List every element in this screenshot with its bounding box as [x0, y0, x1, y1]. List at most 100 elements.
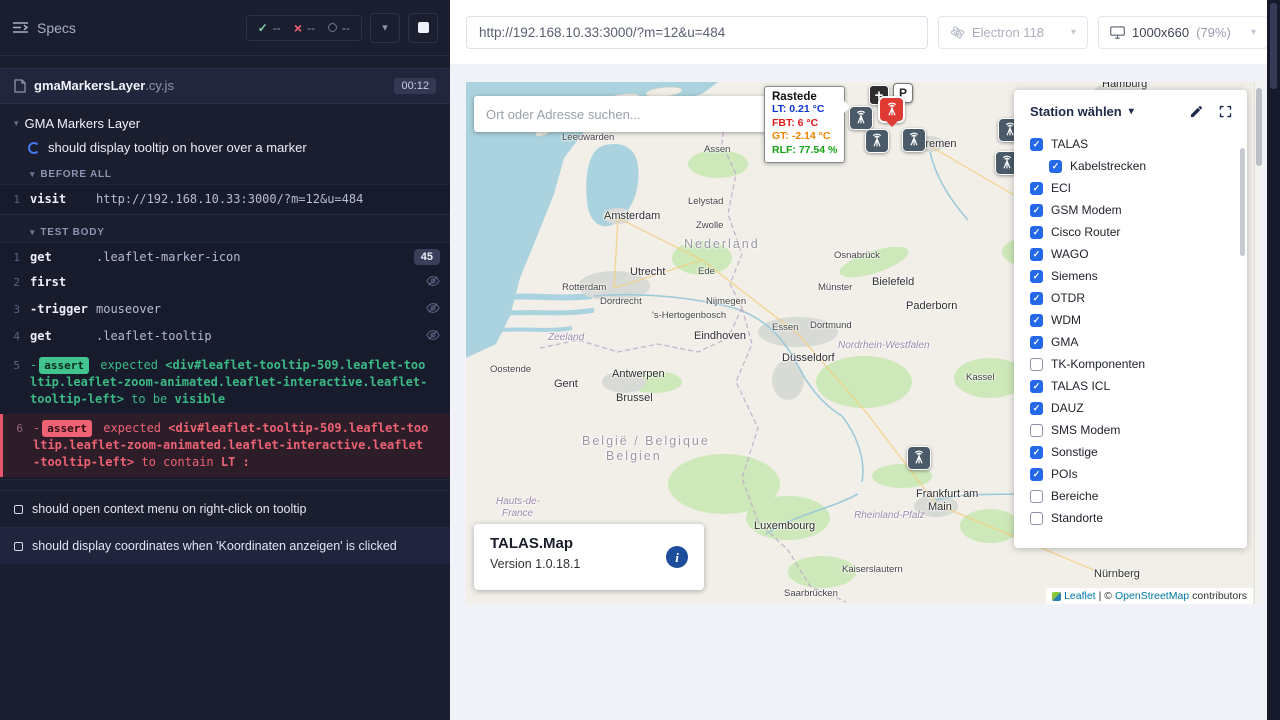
checkbox[interactable] — [1030, 512, 1043, 525]
layer-item[interactable]: Cisco Router — [1030, 221, 1241, 243]
scrollbar-thumb[interactable] — [1256, 88, 1262, 166]
assert-passed-row[interactable]: 5 -assert expected <div#leaflet-tooltip-… — [0, 351, 450, 414]
station-dropdown[interactable]: Station wählen ▾ — [1030, 104, 1134, 119]
layer-item[interactable]: GSM Modem — [1030, 199, 1241, 221]
checkbox[interactable] — [1030, 402, 1043, 415]
layer-item[interactable]: POIs — [1030, 463, 1241, 485]
checkbox[interactable] — [1030, 336, 1043, 349]
page-scrollbar[interactable] — [1254, 82, 1262, 604]
collapsed-test-row[interactable]: should display coordinates when 'Koordin… — [0, 527, 450, 564]
info-icon[interactable]: i — [666, 546, 688, 568]
checkbox[interactable] — [1030, 490, 1043, 503]
before-all-commands: 1 visit http://192.168.10.33:3000/?m=12&… — [0, 184, 450, 215]
checkbox[interactable] — [1030, 292, 1043, 305]
checkbox[interactable] — [1030, 270, 1043, 283]
test-title: should display tooltip on hover over a m… — [48, 140, 307, 155]
fullscreen-icon[interactable] — [1218, 104, 1233, 119]
map-search-control[interactable] — [474, 96, 776, 132]
layer-label: Kabelstrecken — [1070, 159, 1146, 173]
command-row-trigger[interactable]: 3 -trigger mouseover — [0, 297, 450, 324]
leaflet-map[interactable]: FryslânLeeuwardenGroningenAssenZwolleAms… — [466, 82, 1262, 604]
scrollbar-thumb[interactable] — [1270, 3, 1277, 89]
command-row-get[interactable]: 1 get .leaflet-marker-icon 45 — [0, 245, 450, 270]
viewport-size: 1000x660 — [1132, 25, 1189, 40]
osm-link[interactable]: OpenStreetMap — [1115, 590, 1189, 602]
checkbox[interactable] — [1030, 226, 1043, 239]
checkbox[interactable] — [1030, 424, 1043, 437]
layer-item[interactable]: WAGO — [1030, 243, 1241, 265]
suite-title-row[interactable]: ▾ GMA Markers Layer — [0, 104, 450, 131]
layer-item[interactable]: Sonstige — [1030, 441, 1241, 463]
pending-count: -- — [342, 21, 350, 35]
test-body-header[interactable]: ▾ TEST BODY — [30, 227, 450, 238]
command-method: get — [30, 328, 96, 345]
checkbox[interactable] — [1030, 314, 1043, 327]
layer-item[interactable]: TALAS ICL — [1030, 375, 1241, 397]
command-row-first[interactable]: 2 first — [0, 270, 450, 297]
chevron-down-icon: ▾ — [1251, 27, 1256, 38]
station-marker[interactable] — [907, 446, 931, 470]
specs-menu-button[interactable]: Specs — [12, 20, 76, 36]
aut-content: FryslânLeeuwardenGroningenAssenZwolleAms… — [450, 64, 1280, 720]
app-scrollbar[interactable] — [1267, 0, 1280, 720]
layer-item[interactable]: TALAS — [1030, 133, 1241, 155]
checkbox[interactable] — [1030, 204, 1043, 217]
layer-item[interactable]: Kabelstrecken — [1049, 155, 1241, 177]
map-label: Brussel — [616, 392, 653, 404]
browser-select[interactable]: Electron 118 ▾ — [938, 16, 1088, 49]
layer-label: TK-Komponenten — [1051, 357, 1145, 371]
layer-item[interactable]: TK-Komponenten — [1030, 353, 1241, 375]
checkbox[interactable] — [1030, 446, 1043, 459]
viewport-zoom: (79%) — [1196, 25, 1231, 40]
marker-tooltip[interactable]: Rastede LT: 0.21 °CFBT: 6 °CGT: -2.14 °C… — [764, 86, 845, 163]
layer-item[interactable]: Bereiche — [1030, 485, 1241, 507]
collapse-all-button[interactable]: ▾ — [370, 13, 400, 43]
map-attribution: Leaflet | © OpenStreetMap contributors — [1046, 588, 1253, 604]
url-input[interactable] — [466, 16, 928, 49]
layer-item[interactable]: WDM — [1030, 309, 1241, 331]
map-label: Main — [928, 501, 952, 513]
layer-item[interactable]: GMA — [1030, 331, 1241, 353]
chevron-down-icon: ▾ — [1071, 27, 1076, 38]
before-all-header[interactable]: ▾ BEFORE ALL — [30, 169, 450, 180]
station-marker[interactable] — [902, 128, 926, 152]
stop-button[interactable] — [408, 13, 438, 43]
spec-file-row[interactable]: gmaMarkersLayer.cy.js 00:12 — [0, 68, 450, 104]
test-box-icon — [14, 542, 23, 551]
cross-icon: × — [294, 23, 302, 33]
layer-item[interactable]: Siemens — [1030, 265, 1241, 287]
map-label: Antwerpen — [612, 368, 665, 380]
chevron-down-icon: ▾ — [14, 118, 19, 129]
layer-item[interactable]: SMS Modem — [1030, 419, 1241, 441]
checkbox[interactable] — [1030, 138, 1043, 151]
panel-scrollbar[interactable] — [1240, 148, 1245, 256]
layer-item[interactable]: DAUZ — [1030, 397, 1241, 419]
assert-failed-row[interactable]: 6 -assert expected <div#leaflet-tooltip-… — [0, 414, 450, 477]
checkbox[interactable] — [1030, 358, 1043, 371]
viewport-select[interactable]: 1000x660 (79%) ▾ — [1098, 16, 1268, 49]
map-label: Leeuwarden — [562, 132, 614, 143]
layer-item[interactable]: ECI — [1030, 177, 1241, 199]
command-row-visit[interactable]: 1 visit http://192.168.10.33:3000/?m=12&… — [0, 187, 450, 212]
map-label: 's-Hertogenbosch — [652, 310, 726, 321]
command-row-get-tooltip[interactable]: 4 get .leaflet-tooltip — [0, 324, 450, 351]
layer-item[interactable]: Standorte — [1030, 507, 1241, 529]
edit-pencil-icon[interactable] — [1189, 104, 1204, 119]
checkbox[interactable] — [1030, 380, 1043, 393]
map-label: Utrecht — [630, 266, 665, 278]
checkbox[interactable] — [1030, 182, 1043, 195]
command-number: 6 — [3, 420, 33, 437]
running-test-row[interactable]: should display tooltip on hover over a m… — [0, 131, 450, 157]
layer-label: OTDR — [1051, 291, 1085, 305]
map-label: Amsterdam — [604, 210, 660, 222]
spinner-icon — [28, 142, 40, 154]
layer-item[interactable]: OTDR — [1030, 287, 1241, 309]
alert-marker[interactable] — [878, 96, 905, 123]
collapsed-test-row[interactable]: should open context menu on right-click … — [0, 490, 450, 527]
search-input[interactable] — [486, 107, 764, 122]
suite-title: GMA Markers Layer — [25, 116, 141, 131]
checkbox[interactable] — [1049, 160, 1062, 173]
checkbox[interactable] — [1030, 248, 1043, 261]
checkbox[interactable] — [1030, 468, 1043, 481]
leaflet-link[interactable]: Leaflet — [1064, 590, 1096, 602]
